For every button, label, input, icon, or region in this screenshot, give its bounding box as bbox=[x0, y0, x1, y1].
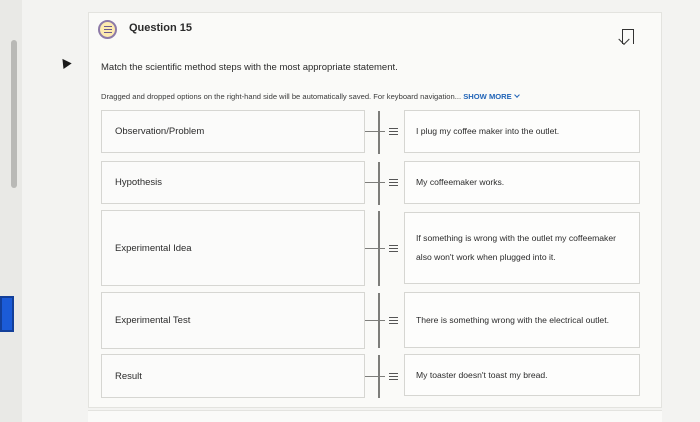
draggable-statement[interactable]: If something is wrong with the outlet my… bbox=[404, 212, 640, 284]
question-prompt: Match the scientific method steps with t… bbox=[101, 62, 398, 73]
draggable-statement[interactable]: There is something wrong with the electr… bbox=[404, 292, 640, 348]
draggable-statement[interactable]: I plug my coffee maker into the outlet. bbox=[404, 110, 640, 153]
statement-text: My toaster doesn't toast my bread. bbox=[416, 369, 548, 380]
match-divider bbox=[378, 111, 380, 154]
statement-text: I plug my coffee maker into the outlet. bbox=[416, 126, 560, 136]
match-divider bbox=[378, 211, 380, 286]
statement-text: My coffeemaker works. bbox=[416, 177, 505, 187]
step-box-experimental-idea: Experimental Idea bbox=[101, 210, 365, 286]
step-box-result: Result bbox=[101, 354, 365, 398]
connector-line bbox=[365, 248, 385, 249]
match-divider bbox=[378, 162, 380, 205]
match-divider bbox=[378, 355, 380, 398]
step-box-hypothesis: Hypothesis bbox=[101, 161, 365, 204]
connector-line bbox=[365, 320, 385, 321]
draggable-statement[interactable]: My coffeemaker works. bbox=[404, 161, 640, 204]
step-label: Hypothesis bbox=[115, 177, 162, 188]
left-scrollbar-thumb[interactable] bbox=[11, 40, 17, 188]
step-label: Experimental Idea bbox=[115, 242, 192, 254]
drag-handle-icon[interactable] bbox=[389, 317, 398, 324]
drag-handle-icon[interactable] bbox=[389, 373, 398, 380]
step-box-observation: Observation/Problem bbox=[101, 110, 365, 153]
step-label: Experimental Test bbox=[115, 315, 191, 326]
bookmark-icon[interactable] bbox=[622, 29, 634, 44]
step-label: Observation/Problem bbox=[115, 126, 205, 137]
connector-line bbox=[365, 182, 385, 183]
side-indicator bbox=[0, 296, 14, 332]
next-card-edge bbox=[88, 410, 662, 422]
autosave-note: Dragged and dropped options on the right… bbox=[101, 92, 520, 101]
chevron-down-icon bbox=[513, 92, 520, 98]
drag-handle-icon[interactable] bbox=[389, 128, 398, 135]
drag-handle-icon[interactable] bbox=[389, 245, 398, 252]
step-box-experimental-test: Experimental Test bbox=[101, 292, 365, 349]
draggable-statement[interactable]: My toaster doesn't toast my bread. bbox=[404, 354, 640, 396]
question-title: Question 15 bbox=[129, 22, 192, 34]
list-icon bbox=[98, 20, 117, 39]
show-more-label: SHOW MORE bbox=[463, 92, 512, 101]
statement-text: If something is wrong with the outlet my… bbox=[416, 233, 616, 262]
statement-text: There is something wrong with the electr… bbox=[416, 314, 609, 325]
step-label: Result bbox=[115, 370, 142, 382]
drag-handle-icon[interactable] bbox=[389, 179, 398, 186]
autosave-text: Dragged and dropped options on the right… bbox=[101, 92, 462, 101]
match-divider bbox=[378, 293, 380, 348]
show-more-link[interactable]: SHOW MORE bbox=[463, 92, 520, 101]
mouse-cursor-icon bbox=[58, 55, 72, 70]
connector-line bbox=[365, 376, 385, 377]
connector-line bbox=[365, 131, 385, 132]
